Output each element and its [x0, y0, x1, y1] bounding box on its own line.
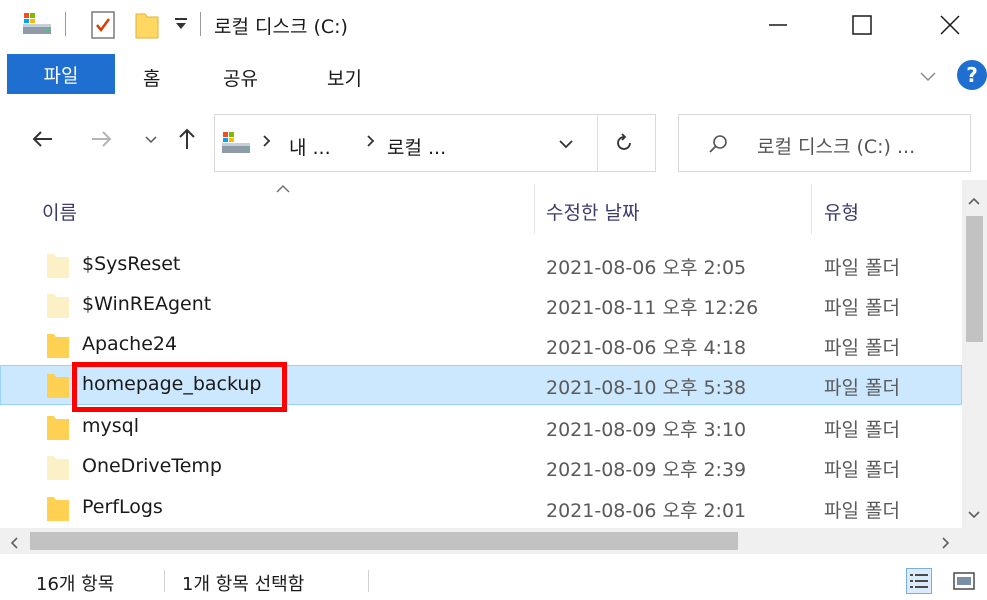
column-header-modified[interactable]: 수정한 날짜	[546, 198, 639, 225]
folder-icon	[46, 252, 70, 280]
column-header-name[interactable]: 이름	[42, 198, 77, 225]
file-row[interactable]: $SysReset 2021-08-06 오후 2:05 파일 폴더	[0, 245, 962, 285]
file-date: 2021-08-06 오후 2:05	[546, 257, 747, 279]
file-date: 2021-08-11 오후 12:26	[546, 297, 759, 319]
search-box[interactable]: 로컬 디스크 (C:) ...	[678, 114, 971, 172]
scroll-left-icon[interactable]	[8, 535, 20, 554]
file-name: homepage_backup	[82, 373, 262, 395]
file-type: 파일 폴더	[824, 500, 900, 522]
column-divider[interactable]	[534, 184, 535, 234]
tab-share[interactable]: 공유	[223, 64, 258, 91]
file-date: 2021-08-06 오후 4:18	[546, 337, 747, 359]
title-bar: 로컬 디스크 (C:)	[0, 0, 987, 50]
file-row[interactable]: PerfLogs 2021-08-06 오후 2:01 파일 폴더	[0, 488, 962, 528]
file-name: mysql	[82, 415, 139, 437]
breadcrumb-item-local-disk[interactable]: 로컬 ...	[387, 133, 446, 160]
properties-check-icon[interactable]	[90, 10, 116, 44]
file-name: $WinREAgent	[82, 293, 212, 315]
file-name: PerfLogs	[82, 496, 163, 518]
horizontal-scrollbar[interactable]	[0, 528, 962, 554]
file-row-selected[interactable]: homepage_backup 2021-08-10 오후 5:38 파일 폴더	[0, 365, 962, 405]
column-divider[interactable]	[811, 184, 812, 234]
address-bar[interactable]: 내 ... 로컬 ...	[214, 114, 656, 172]
folder-icon	[46, 332, 70, 360]
horizontal-scroll-thumb[interactable]	[30, 532, 738, 550]
file-row[interactable]: OneDriveTemp 2021-08-09 오후 2:39 파일 폴더	[0, 447, 962, 487]
new-folder-icon[interactable]	[134, 10, 160, 44]
window-title: 로컬 디스크 (C:)	[214, 16, 348, 38]
drive-icon[interactable]	[22, 10, 52, 40]
file-row[interactable]: $WinREAgent 2021-08-11 오후 12:26 파일 폴더	[0, 285, 962, 325]
file-type: 파일 폴더	[824, 337, 900, 359]
file-type: 파일 폴더	[824, 377, 900, 399]
recent-locations-chevron-icon[interactable]	[136, 124, 166, 154]
scroll-right-icon[interactable]	[940, 535, 952, 554]
expand-ribbon-chevron-icon[interactable]	[916, 64, 940, 88]
address-divider	[597, 115, 598, 171]
item-count: 16개 항목	[36, 574, 115, 595]
breadcrumb-item-this-pc[interactable]: 내 ...	[289, 133, 331, 160]
file-list: $SysReset 2021-08-06 오후 2:05 파일 폴더 $WinR…	[0, 245, 962, 530]
address-dropdown-chevron-icon[interactable]	[557, 137, 575, 157]
folder-icon	[46, 414, 70, 442]
file-name: OneDriveTemp	[82, 455, 222, 477]
folder-icon	[46, 292, 70, 320]
details-view-icon[interactable]	[906, 568, 932, 594]
status-separator	[164, 570, 165, 592]
scroll-up-icon[interactable]	[967, 192, 981, 211]
breadcrumb-chevron-icon[interactable]	[365, 131, 377, 156]
up-arrow-icon[interactable]	[172, 124, 202, 154]
status-separator	[368, 570, 369, 592]
folder-icon	[46, 495, 70, 523]
selection-count: 1개 항목 선택함	[182, 574, 305, 595]
close-button[interactable]	[918, 0, 982, 50]
refresh-icon[interactable]	[613, 132, 635, 158]
sort-ascending-icon	[275, 180, 291, 199]
search-placeholder: 로컬 디스크 (C:) ...	[757, 136, 916, 158]
folder-icon	[46, 454, 70, 482]
file-date: 2021-08-09 오후 3:10	[546, 419, 747, 441]
file-row[interactable]: Apache24 2021-08-06 오후 4:18 파일 폴더	[0, 325, 962, 365]
file-row[interactable]: mysql 2021-08-09 오후 3:10 파일 폴더	[0, 407, 962, 447]
maximize-button[interactable]	[830, 0, 894, 50]
vertical-scroll-thumb[interactable]	[966, 216, 983, 342]
ribbon-tabs: 파일 홈 공유 보기	[0, 50, 987, 100]
back-arrow-icon[interactable]	[28, 124, 58, 154]
breadcrumb-chevron-icon[interactable]	[261, 131, 273, 156]
column-header-type[interactable]: 유형	[824, 198, 859, 225]
column-header-row: 이름 수정한 날짜 유형	[0, 180, 962, 240]
tab-view[interactable]: 보기	[327, 64, 362, 91]
file-date: 2021-08-10 오후 5:38	[546, 377, 747, 399]
minimize-button[interactable]	[746, 0, 810, 50]
scroll-down-icon[interactable]	[967, 506, 981, 525]
file-type: 파일 폴더	[824, 297, 900, 319]
help-button[interactable]: ?	[957, 60, 987, 90]
tab-home[interactable]: 홈	[143, 64, 160, 91]
file-name: Apache24	[82, 333, 178, 355]
folder-icon	[46, 372, 70, 400]
file-type: 파일 폴더	[824, 459, 900, 481]
file-date: 2021-08-06 오후 2:01	[546, 500, 747, 522]
vertical-scrollbar[interactable]	[962, 180, 987, 530]
file-type: 파일 폴더	[824, 257, 900, 279]
forward-arrow-icon[interactable]	[86, 124, 116, 154]
drive-icon	[221, 129, 251, 159]
scrollbar-corner	[962, 528, 987, 554]
title-separator	[200, 12, 201, 36]
customize-dropdown-icon[interactable]	[173, 16, 189, 36]
file-name: $SysReset	[82, 253, 181, 275]
quick-access-separator	[65, 12, 66, 36]
large-icons-view-icon[interactable]	[952, 570, 976, 596]
file-explorer-window: 로컬 디스크 (C:) 파일 홈 공유 보기 ? 내 ... 로컬 ... 로컬…	[0, 0, 987, 600]
navigation-bar: 내 ... 로컬 ... 로컬 디스크 (C:) ...	[0, 106, 987, 176]
file-type: 파일 폴더	[824, 419, 900, 441]
search-icon	[707, 133, 729, 159]
tab-file[interactable]: 파일	[7, 54, 115, 94]
file-date: 2021-08-09 오후 2:39	[546, 459, 747, 481]
status-bar: 16개 항목 1개 항목 선택함	[0, 556, 987, 600]
